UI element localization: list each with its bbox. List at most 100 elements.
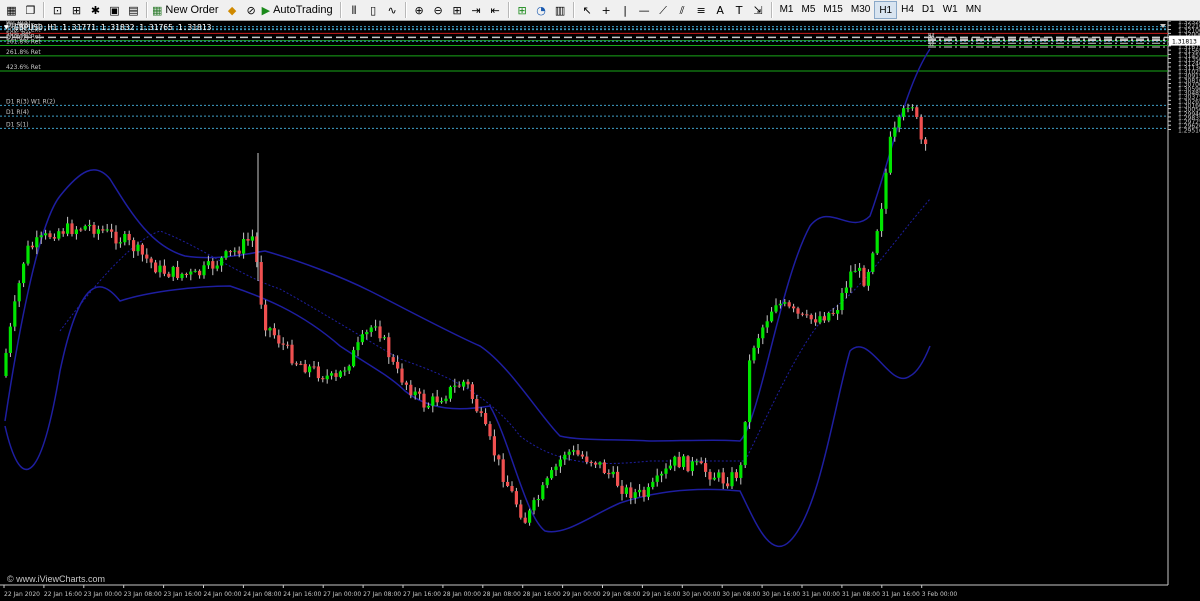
arrows-tool-icon[interactable]: ⇲ bbox=[750, 2, 767, 19]
timeframe-d1[interactable]: D1 bbox=[918, 1, 939, 17]
new-order-button[interactable]: ▦ New Order bbox=[152, 2, 222, 19]
market-watch-icon[interactable]: ⊡ bbox=[49, 2, 66, 19]
bull-candle bbox=[849, 271, 853, 288]
bull-candle bbox=[360, 334, 364, 343]
bull-candle bbox=[215, 265, 219, 269]
bull-candle bbox=[8, 326, 12, 353]
candlestick-icon[interactable]: ▯ bbox=[365, 2, 382, 19]
trendline-icon[interactable]: ⟋ bbox=[655, 2, 672, 19]
bull-candle bbox=[770, 311, 774, 322]
bear-candle bbox=[303, 363, 307, 373]
bull-candle bbox=[844, 287, 848, 293]
price-chart[interactable]: ▼ GBPUSD,H1 1.31771 1.31832 1.31765 1.31… bbox=[0, 19, 1200, 601]
timeframe-bar: M1 M5 M15 M30 H1 H4 D1 W1 MN bbox=[776, 1, 986, 19]
bear-candle bbox=[127, 233, 131, 241]
bear-candle bbox=[184, 273, 188, 275]
bear-candle bbox=[862, 267, 866, 286]
bull-candle bbox=[268, 328, 272, 331]
text-tool-icon[interactable]: A bbox=[712, 2, 729, 19]
cursor-icon[interactable]: ↖ bbox=[579, 2, 596, 19]
signals-icon[interactable]: ⊘ bbox=[243, 2, 260, 19]
crosshair-icon[interactable]: + bbox=[598, 2, 615, 19]
bear-candle bbox=[629, 487, 633, 498]
timeframe-h1[interactable]: H1 bbox=[874, 1, 898, 19]
bull-candle bbox=[690, 461, 694, 472]
bear-candle bbox=[167, 273, 171, 277]
timeframe-mn[interactable]: MN bbox=[962, 1, 986, 17]
terminal-icon[interactable]: ▣ bbox=[106, 2, 123, 19]
bear-candle bbox=[523, 517, 527, 523]
zoom-in-icon[interactable]: ⊕ bbox=[411, 2, 428, 19]
time-tick-label: 28 Jan 08:00 bbox=[483, 591, 521, 598]
chart-canvas: 1.323201.322101.321001.320001.318901.317… bbox=[0, 19, 1200, 598]
bar-chart-icon[interactable]: ⫴ bbox=[346, 2, 363, 19]
bear-candle bbox=[321, 378, 325, 380]
bear-candle bbox=[286, 344, 290, 346]
indicators-icon[interactable]: ⊞ bbox=[514, 2, 531, 19]
horizontal-line-icon[interactable]: — bbox=[636, 2, 653, 19]
strategy-tester-icon[interactable]: ▤ bbox=[125, 2, 142, 19]
bear-candle bbox=[114, 231, 118, 244]
bull-candle bbox=[783, 302, 787, 304]
bull-candle bbox=[858, 267, 862, 271]
timeframe-m15[interactable]: M15 bbox=[819, 1, 846, 17]
templates-icon[interactable]: ▥ bbox=[552, 2, 569, 19]
periods-icon[interactable]: ◔ bbox=[533, 2, 550, 19]
bull-candle bbox=[695, 461, 699, 463]
bear-candle bbox=[409, 384, 413, 396]
line-chart-icon[interactable]: ∿ bbox=[384, 2, 401, 19]
bull-candle bbox=[444, 398, 448, 402]
bear-candle bbox=[805, 314, 809, 316]
time-tick-label: 30 Jan 08:00 bbox=[722, 591, 760, 598]
bear-candle bbox=[132, 240, 136, 252]
meta-editor-icon[interactable]: ◆ bbox=[224, 2, 241, 19]
time-tick-label: 22 Jan 2020 bbox=[4, 591, 40, 598]
bull-candle bbox=[532, 500, 536, 511]
bear-candle bbox=[734, 472, 738, 478]
fibonacci-icon[interactable]: ≡ bbox=[693, 2, 710, 19]
autoscroll-icon[interactable]: ⇥ bbox=[468, 2, 485, 19]
autotrading-button[interactable]: ▶ AutoTrading bbox=[262, 2, 336, 19]
data-window-icon[interactable]: ⊞ bbox=[68, 2, 85, 19]
bear-candle bbox=[294, 363, 298, 365]
bull-candle bbox=[765, 321, 769, 328]
bull-candle bbox=[74, 229, 78, 235]
bear-candle bbox=[211, 261, 215, 269]
tile-windows-icon[interactable]: ⊞ bbox=[449, 2, 466, 19]
label-tool-icon[interactable]: T bbox=[731, 2, 748, 19]
bollinger-middle-band bbox=[59, 198, 931, 464]
channel-icon[interactable]: ⫽ bbox=[674, 2, 691, 19]
time-tick-label: 24 Jan 16:00 bbox=[283, 591, 321, 598]
time-tick-label: 3 Feb 00:00 bbox=[922, 591, 958, 598]
profiles-icon[interactable]: ❐ bbox=[22, 2, 39, 19]
bear-candle bbox=[484, 413, 488, 425]
new-chart-icon[interactable]: ▦ bbox=[3, 2, 20, 19]
bull-candle bbox=[633, 492, 637, 498]
vertical-line-icon[interactable]: | bbox=[617, 2, 634, 19]
level-label: 423.6% Ret bbox=[6, 64, 41, 71]
watermark: © www.iViewCharts.com bbox=[7, 574, 105, 584]
bear-candle bbox=[466, 381, 470, 385]
bear-candle bbox=[154, 262, 158, 273]
navigator-icon[interactable]: ✱ bbox=[87, 2, 104, 19]
timeframe-m5[interactable]: M5 bbox=[798, 1, 820, 17]
level-label: D1 R(4) bbox=[6, 109, 29, 116]
bear-candle bbox=[470, 384, 474, 399]
timeframe-m1[interactable]: M1 bbox=[776, 1, 798, 17]
bull-candle bbox=[123, 233, 127, 243]
bear-candle bbox=[145, 254, 149, 259]
toolbar-divider bbox=[146, 2, 148, 18]
bear-candle bbox=[404, 382, 408, 385]
bull-candle bbox=[308, 366, 312, 373]
chart-shift-icon[interactable]: ⇤ bbox=[487, 2, 504, 19]
bear-candle bbox=[378, 326, 382, 339]
timeframe-m30[interactable]: M30 bbox=[847, 1, 874, 17]
bear-candle bbox=[316, 366, 320, 379]
bull-candle bbox=[778, 303, 782, 306]
timeframe-h4[interactable]: H4 bbox=[897, 1, 918, 17]
zoom-out-icon[interactable]: ⊖ bbox=[430, 2, 447, 19]
bear-candle bbox=[580, 454, 584, 457]
bull-candle bbox=[224, 251, 228, 258]
bull-candle bbox=[66, 223, 70, 234]
timeframe-w1[interactable]: W1 bbox=[939, 1, 962, 17]
